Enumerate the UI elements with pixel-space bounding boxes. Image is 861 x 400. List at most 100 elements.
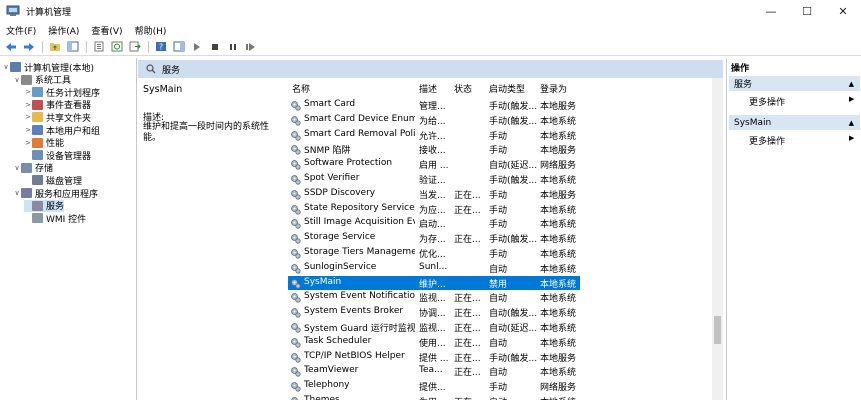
service-row[interactable]: Telephony 提供... 手动 网络服务 [286,379,713,394]
tree-shared-folders-icon [32,112,43,123]
more-actions-services[interactable]: 更多操作 ▶ [749,95,854,108]
menu-help[interactable]: 帮助(H) [135,24,167,37]
forward-arrow-icon[interactable] [22,40,35,53]
service-row[interactable]: Still Image Acquisition Eve... 启动... 手动 本地系… [286,216,713,231]
collapse-up-icon[interactable]: ▲ [849,80,854,88]
service-row[interactable]: State Repository Service 为应... 正在... 手动 本地系统 [286,202,713,217]
service-description: Tea... [419,365,443,376]
actions-pane: 操作 服务 ▲ 更多操作 ▶ SysMain ▲ 更多操作 ▶ [726,58,861,400]
service-row[interactable]: Software Protection 启用 ... 自动(延迟... 网络服务 [286,157,713,172]
service-row[interactable]: SysMain 维护... 禁用 本地系统 [286,275,713,291]
service-description-pane: SysMain 描述: 维护和提高一段时间内的系统性能。 [138,78,286,400]
service-log-on-as: 本地系统 [540,250,577,260]
svg-text:?: ? [158,43,162,52]
service-row[interactable]: Spot Verifier 验证... 手动(触发... 本地系统 [286,172,713,187]
tree-task-scheduler[interactable]: > 任务计划程序 [24,86,100,99]
expanded-chevron-icon[interactable]: ∨ [2,63,10,71]
mmc-view-icon[interactable] [172,40,185,53]
start-service-icon[interactable] [190,40,203,53]
service-row[interactable]: Smart Card Device Enumer... 为给... 手动(触发...… [286,113,713,128]
service-startup-type: 自动 [489,395,537,400]
col-header-status[interactable]: 状态 [454,82,472,95]
service-gear-icon [290,263,301,274]
more-actions-sysmain[interactable]: 更多操作 ▶ [749,134,854,147]
tree-wmi[interactable]: WMI 控件 [24,212,86,225]
tree-event-viewer[interactable]: > 事件查看器 [24,99,91,111]
tree-item-label: 计算机管理(本地) [24,63,95,74]
up-folder-icon[interactable] [48,40,61,53]
help-icon[interactable]: ? [154,40,167,53]
refresh-icon[interactable] [110,40,123,53]
service-row[interactable]: System Event Notification ... 监视... 正在... 自… [286,290,713,305]
actions-section-sysmain[interactable]: SysMain ▲ [729,115,860,130]
service-gear-icon [290,130,301,141]
properties-icon[interactable] [92,40,105,53]
collapsed-chevron-icon[interactable]: > [24,139,32,147]
scrollbar-thumb[interactable] [714,316,721,344]
collapsed-chevron-icon[interactable]: > [24,101,32,109]
expanded-chevron-icon[interactable]: ∨ [13,164,21,172]
service-row[interactable]: SunloginService Sunl... 自动 本地系统 [286,261,713,276]
collapsed-chevron-icon[interactable]: > [24,113,32,121]
back-arrow-icon[interactable] [4,40,17,53]
menu-action[interactable]: 操作(A) [48,24,79,37]
restart-service-icon[interactable] [244,40,257,53]
minimize-button[interactable]: — [753,0,789,22]
list-scrollbar[interactable] [712,78,723,400]
service-description: 协调... [419,309,446,320]
show-hide-tree-icon[interactable] [66,40,79,53]
service-startup-type: 手动(触发... [489,235,537,246]
service-status: 正在... [454,368,481,379]
col-header-log-on-as[interactable]: 登录为 [540,82,567,95]
service-row[interactable]: TeamViewer Tea... 正在... 自动 本地系统 [286,364,713,379]
service-row[interactable]: Themes 为用... 正在...自动本地系统 [286,394,713,400]
tree-system-tools[interactable]: ∨ 系统工具 [13,74,71,86]
tree-local-users[interactable]: > 本地用户和组 [24,124,100,137]
actions-section-services[interactable]: 服务 ▲ [729,76,860,91]
service-log-on-as: 本地系统 [540,395,590,400]
stop-service-icon[interactable] [208,40,221,53]
tree-services[interactable]: 服务 [24,199,65,212]
tree-shared-folders[interactable]: > 共享文件夹 [24,111,91,124]
service-name: SNMP 陷阱 [304,146,351,157]
col-header-startup-type[interactable]: 启动类型 [489,82,525,95]
close-button[interactable]: ✕ [825,0,861,22]
tree-root[interactable]: ∨ 计算机管理(本地) [2,61,95,74]
tree-performance[interactable]: > 性能 [24,137,64,149]
service-description: Sunl... [419,261,448,272]
tree-services-apps[interactable]: ∨ 服务和应用程序 [13,187,98,200]
service-startup-type: 自动(延迟... [489,324,537,334]
col-header-description[interactable]: 描述 [419,82,437,95]
service-row[interactable]: Storage Service 为存... 正在... 手动(触发... 本地系统 [286,231,713,246]
tree-performance-icon [32,137,43,148]
collapsed-chevron-icon[interactable]: > [24,126,32,134]
service-name: Task Scheduler [304,335,372,346]
service-name: Storage Service [304,232,376,243]
maximize-button[interactable]: ☐ [789,0,825,22]
collapsed-chevron-icon[interactable]: > [24,88,32,96]
service-row[interactable]: Smart Card 管理... 手动(触发... 本地服务 [286,98,713,113]
menu-view[interactable]: 查看(V) [91,24,122,37]
expanded-chevron-icon[interactable]: ∨ [13,76,21,84]
service-description: 提供... [419,383,446,394]
service-row[interactable]: SNMP 陷阱 接收... 手动 本地服务 [286,142,713,157]
export-list-icon[interactable] [128,40,141,53]
tree-storage[interactable]: ∨ 存储 [13,162,53,174]
menu-file[interactable]: 文件(F) [6,24,36,37]
service-row[interactable]: Storage Tiers Management 优化... 手动 本地系统 [286,246,713,261]
service-row[interactable]: SSDP Discovery 当发... 正在... 手动 本地服务 [286,187,713,202]
pause-service-icon[interactable] [226,40,239,53]
service-row[interactable]: TCP/IP NetBIOS Helper 提供 ... 正在... 手动(触发...… [286,350,713,365]
service-row[interactable]: Task Scheduler 使用... 正在... 自动 本地系统 [286,335,713,350]
service-row[interactable]: System Events Broker 协调... 正在... 自动(触发... 本地… [286,305,713,320]
service-row[interactable]: System Guard 运行时监视... 监视... 正在... 自动(延迟... 本… [286,320,713,335]
expanded-chevron-icon[interactable]: ∨ [13,189,21,197]
service-log-on-as: 本地系统 [540,279,577,290]
service-name: Spot Verifier [304,173,360,183]
tree-disk-management[interactable]: 磁盘管理 [24,174,82,187]
tree-system-tools-icon [21,74,32,85]
collapse-up-icon[interactable]: ▲ [849,119,854,127]
col-header-name[interactable]: 名称 [292,82,310,95]
tree-device-manager[interactable]: 设备管理器 [24,149,91,162]
service-row[interactable]: Smart Card Removal Policy 允许... 手动 本地系统 [286,128,713,143]
